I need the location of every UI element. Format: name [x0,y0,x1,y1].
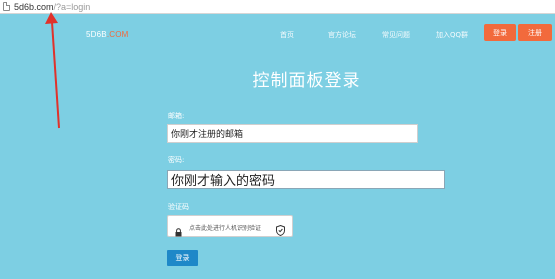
annotation-arrow-icon [45,12,60,129]
